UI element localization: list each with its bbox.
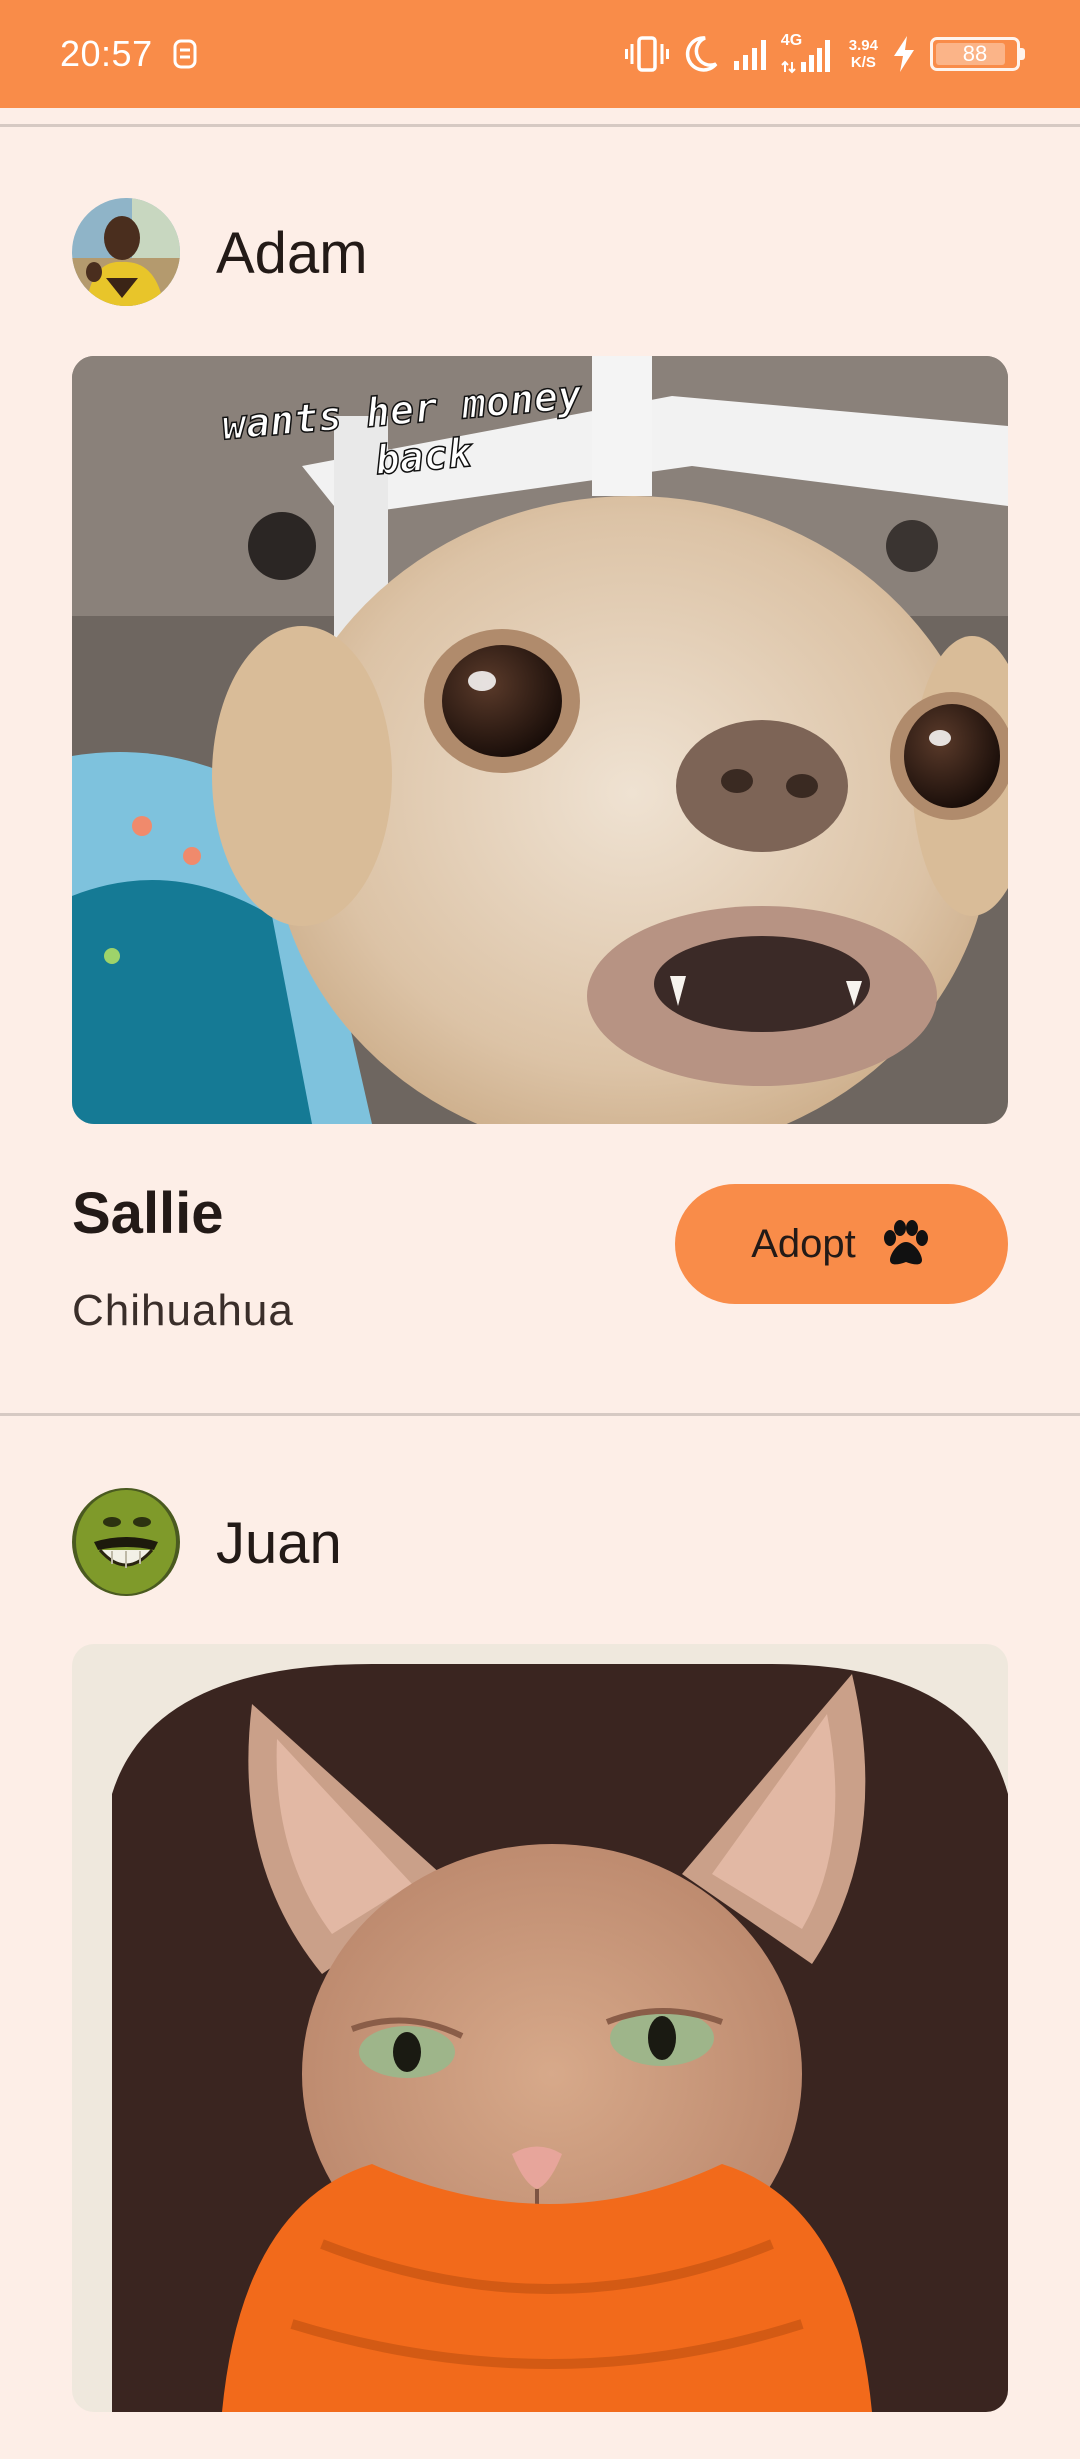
pet-photo[interactable]: wants her money back bbox=[72, 356, 1008, 1124]
speed-unit: K/S bbox=[850, 54, 876, 71]
post-divider bbox=[0, 1413, 1080, 1416]
network-speed: 3.94 K/S bbox=[849, 37, 878, 71]
pet-photo[interactable] bbox=[72, 1644, 1008, 2412]
battery-level: 88 bbox=[962, 41, 988, 66]
vibrate-icon bbox=[624, 36, 669, 72]
owner-name: Adam bbox=[216, 221, 368, 286]
signal-icon bbox=[733, 40, 766, 70]
signal-4g-icon: 4G bbox=[781, 32, 835, 74]
paw-icon bbox=[883, 1220, 928, 1265]
battery-icon: 88 bbox=[930, 37, 1025, 71]
notification-icon bbox=[173, 39, 197, 69]
pet-breed: Chihuahua bbox=[72, 1286, 294, 1335]
owner-avatar[interactable] bbox=[72, 198, 180, 306]
speed-value: 3.94 bbox=[848, 37, 878, 54]
status-bar: 20:57 4G 3.94 K/S 88 bbox=[0, 0, 1080, 108]
top-divider bbox=[0, 124, 1080, 127]
adopt-button[interactable]: Adopt bbox=[675, 1184, 1008, 1304]
owner-avatar[interactable] bbox=[72, 1488, 180, 1596]
status-time: 20:57 bbox=[60, 33, 153, 74]
charging-icon bbox=[894, 36, 914, 72]
pet-name: Sallie bbox=[72, 1181, 224, 1246]
adopt-button-label: Adopt bbox=[751, 1222, 856, 1266]
moon-icon bbox=[685, 36, 718, 72]
meme-caption-line-2: back bbox=[374, 430, 476, 484]
owner-name: Juan bbox=[216, 1511, 342, 1576]
